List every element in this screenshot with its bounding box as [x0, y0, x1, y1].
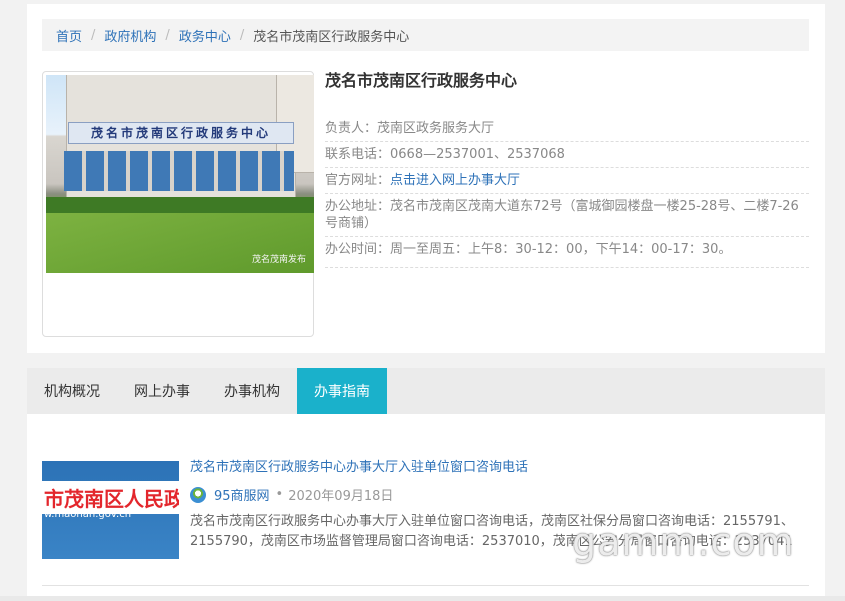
- org-leader: 负责人：茂南区政务服务大厅: [325, 116, 809, 142]
- tab-overview[interactable]: 机构概况: [27, 368, 117, 414]
- article-list: 市茂南区人民政府 w.maonan.gov.cn 茂名市茂南区行政服务中心办事大…: [27, 414, 825, 601]
- article-body: 茂名市茂南区行政服务中心办事大厅入驻单位窗口咨询电话 95商服网 • 2020年…: [190, 459, 809, 552]
- online-hall-link[interactable]: 点击进入网上办事大厅: [390, 173, 520, 188]
- meta-dot: •: [275, 487, 284, 502]
- building-windows: [64, 151, 294, 191]
- org-website: 官方网址：点击进入网上办事大厅: [325, 168, 809, 194]
- tab-online-services[interactable]: 网上办事: [117, 368, 207, 414]
- org-info: 茂名市茂南区行政服务中心 负责人：茂南区政务服务大厅 联系电话：0668—253…: [325, 70, 809, 268]
- breadcrumb-gov-agencies[interactable]: 政府机构: [104, 26, 156, 45]
- org-hours: 办公时间：周一至周五：上午8：30-12：00，下午14：00-17：30。: [325, 237, 809, 268]
- section-tabs: 机构概况 网上办事 办事机构 办事指南: [27, 368, 825, 423]
- article-thumbnail[interactable]: 市茂南区人民政府 w.maonan.gov.cn: [42, 461, 179, 559]
- source-logo-icon: [190, 486, 206, 503]
- breadcrumb-service-center[interactable]: 政务中心: [179, 26, 231, 45]
- page-bottom-edge: [0, 596, 845, 601]
- org-name: 茂名市茂南区行政服务中心: [325, 71, 518, 90]
- list-item: 市茂南区人民政府 w.maonan.gov.cn 茂名市茂南区行政服务中心办事大…: [42, 459, 809, 586]
- article-source[interactable]: 95商服网: [214, 485, 270, 504]
- tab-agencies[interactable]: 办事机构: [207, 368, 297, 414]
- photo-watermark: 茂名茂南发布: [251, 255, 306, 265]
- thumbnail-url: w.maonan.gov.cn: [44, 509, 132, 520]
- org-card: 首页 / 政府机构 / 政务中心 / 茂名市茂南区行政服务中心 茂名市茂南区行政…: [27, 4, 825, 353]
- breadcrumb-separator: /: [165, 27, 170, 43]
- org-website-label: 官方网址：: [325, 173, 391, 188]
- org-photo-frame: 茂名市茂南区行政服务中心 茂名茂南发布: [42, 71, 314, 337]
- breadcrumb-separator: /: [91, 27, 96, 43]
- tab-service-guide[interactable]: 办事指南: [297, 368, 387, 423]
- org-building-photo: 茂名市茂南区行政服务中心 茂名茂南发布: [46, 75, 314, 273]
- building-sign: 茂名市茂南区行政服务中心: [68, 122, 294, 144]
- article-title[interactable]: 茂名市茂南区行政服务中心办事大厅入驻单位窗口咨询电话: [190, 459, 809, 477]
- article-meta: 95商服网 • 2020年09月18日: [190, 485, 809, 504]
- breadcrumb-home[interactable]: 首页: [56, 26, 82, 45]
- article-date: 2020年09月18日: [288, 489, 394, 504]
- article-summary: 茂名市茂南区行政服务中心办事大厅入驻单位窗口咨询电话，茂南区社保分局窗口咨询电话…: [190, 514, 794, 549]
- breadcrumb: 首页 / 政府机构 / 政务中心 / 茂名市茂南区行政服务中心: [42, 19, 809, 51]
- org-address: 办公地址：茂名市茂南区茂南大道东72号（富城御园楼盘一楼25-28号、二楼7-2…: [325, 194, 809, 237]
- org-phone: 联系电话：0668—2537001、2537068: [325, 142, 809, 168]
- breadcrumb-separator: /: [239, 27, 245, 43]
- breadcrumb-current: 茂名市茂南区行政服务中心: [253, 29, 410, 45]
